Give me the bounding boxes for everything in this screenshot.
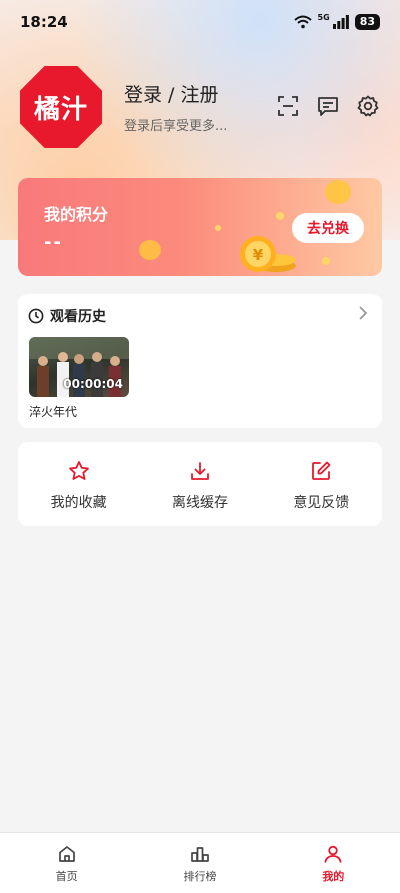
shortcut-card: 我的收藏 离线缓存 意见反馈 xyxy=(18,442,382,526)
app-logo[interactable]: 橘汁 xyxy=(20,66,102,148)
history-timestamp: 00:00:04 xyxy=(63,377,123,391)
network-type: 5G xyxy=(317,12,330,22)
profile-icon xyxy=(324,845,342,863)
watch-history-header[interactable]: 观看历史 xyxy=(28,306,106,326)
feedback-button[interactable]: 意见反馈 xyxy=(261,442,382,526)
profile-actions xyxy=(276,94,380,118)
nav-label-profile: 我的 xyxy=(322,870,345,883)
ranking-icon xyxy=(191,847,209,862)
nav-label-home: 首页 xyxy=(55,870,78,883)
edit-icon xyxy=(312,461,331,480)
favorites-label: 我的收藏 xyxy=(50,495,107,511)
signal-icon xyxy=(332,15,349,29)
history-thumbnail[interactable]: 00:00:04 xyxy=(29,337,129,397)
bottom-nav: 首页 排行榜 我的 xyxy=(0,832,400,893)
status-time: 18:24 xyxy=(20,13,68,31)
clock-icon xyxy=(28,308,44,324)
watch-history-title: 观看历史 xyxy=(50,309,106,325)
points-card[interactable]: ¥ 我的积分 -- 去兑换 xyxy=(18,178,382,276)
message-icon[interactable] xyxy=(316,94,340,118)
battery-indicator: 83 xyxy=(354,14,380,30)
profile-header: 橘汁 登录 / 注册 登录后享受更多... xyxy=(20,66,380,148)
status-bar: 18:24 5G 83 xyxy=(0,0,400,44)
login-subtitle: 登录后享受更多... xyxy=(124,119,228,134)
watch-history-card: 观看历史 00:00:04 淬火年代 xyxy=(18,294,382,428)
offline-cache-label: 离线缓存 xyxy=(171,495,228,511)
status-icons: 5G 83 xyxy=(293,12,380,30)
favorites-button[interactable]: 我的收藏 xyxy=(18,442,139,526)
app-logo-text: 橘汁 xyxy=(33,94,88,125)
login-title[interactable]: 登录 / 注册 xyxy=(124,80,227,107)
offline-cache-button[interactable]: 离线缓存 xyxy=(139,442,260,526)
history-item-title[interactable]: 淬火年代 xyxy=(29,403,77,420)
settings-icon[interactable] xyxy=(356,94,380,118)
chevron-right-icon[interactable] xyxy=(358,306,368,320)
redeem-button[interactable]: 去兑换 xyxy=(292,213,364,243)
download-icon xyxy=(191,462,209,480)
scan-icon[interactable] xyxy=(276,94,300,118)
nav-label-ranking: 排行榜 xyxy=(183,870,217,883)
login-block[interactable]: 登录 / 注册 登录后享受更多... xyxy=(124,80,227,134)
feedback-label: 意见反馈 xyxy=(293,495,350,511)
nav-item-profile[interactable]: 我的 xyxy=(267,833,400,893)
nav-item-ranking[interactable]: 排行榜 xyxy=(133,833,266,893)
star-icon xyxy=(68,461,89,480)
nav-item-home[interactable]: 首页 xyxy=(0,833,133,893)
svg-text:¥: ¥ xyxy=(253,246,264,264)
wifi-icon xyxy=(293,15,312,29)
points-title: 我的积分 xyxy=(44,205,109,224)
home-icon xyxy=(58,846,75,862)
points-value: -- xyxy=(44,232,63,253)
